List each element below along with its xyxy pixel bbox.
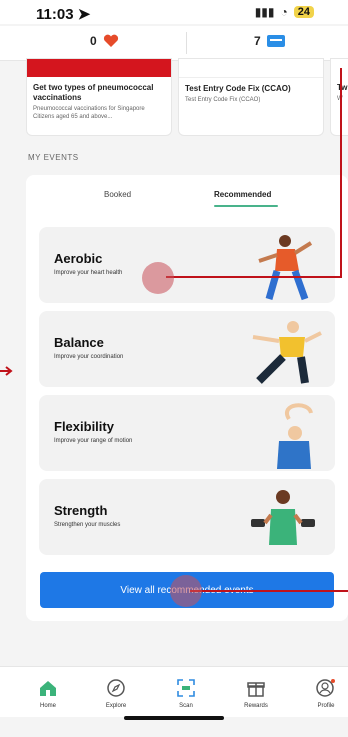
card-subtitle: Pneumococcal vaccinations for Singapore … xyxy=(33,106,145,120)
balance-illustration-icon xyxy=(252,321,322,384)
tab-underline xyxy=(214,205,278,207)
event-title: Balance xyxy=(54,335,104,350)
section-title: MY EVENTS xyxy=(28,153,79,162)
event-subtitle: Improve your range of motion xyxy=(54,438,133,444)
status-time: 11:03 ➤ xyxy=(36,5,90,23)
nav-label: Profile xyxy=(317,703,335,709)
app-screen: 11:03 ➤ ▮▮▮ ◔ 24 0 7 Get two types of pn… xyxy=(0,0,348,737)
status-bar: 11:03 ➤ ▮▮▮ ◔ 24 xyxy=(0,0,348,24)
status-time-text: 11:03 xyxy=(36,6,74,23)
tab-booked[interactable]: Booked xyxy=(104,190,131,199)
vaccine-card[interactable]: Tw W xyxy=(330,58,348,136)
vaccine-cards-row[interactable]: Get two types of pneumococcal vaccinatio… xyxy=(26,58,348,136)
location-arrow-icon: ➤ xyxy=(77,6,91,23)
home-icon xyxy=(36,677,60,699)
event-card-flexibility[interactable]: Flexibility Improve your range of motion xyxy=(39,395,335,471)
wifi-icon: ◔ xyxy=(280,5,288,19)
bottom-navigation: Home Explore Scan Rewards Profile xyxy=(0,666,348,717)
scan-icon xyxy=(174,677,198,699)
hearts-count: 0 xyxy=(90,34,97,48)
strength-illustration-icon xyxy=(251,490,315,545)
nav-profile[interactable]: Profile xyxy=(296,677,348,709)
annotation-line xyxy=(190,590,348,592)
event-title: Flexibility xyxy=(54,419,114,434)
event-card-strength[interactable]: Strength Strengthen your muscles xyxy=(39,479,335,555)
nav-rewards[interactable]: Rewards xyxy=(226,677,286,709)
card-title: Get two types of pneumococcal vaccinatio… xyxy=(33,83,154,102)
touch-marker xyxy=(142,262,174,294)
card-banner xyxy=(27,59,171,77)
event-title: Aerobic xyxy=(54,251,103,266)
home-indicator xyxy=(124,716,224,720)
points-counter[interactable]: 7 xyxy=(254,34,285,48)
annotation-line xyxy=(340,68,342,276)
battery-icon: 24 xyxy=(293,6,314,18)
aerobic-illustration-icon xyxy=(258,235,313,301)
nav-label: Scan xyxy=(179,703,193,709)
event-subtitle: Strengthen your muscles xyxy=(54,522,121,528)
counters-bar: 0 7 xyxy=(0,26,348,61)
event-subtitle: Improve your heart health xyxy=(54,270,123,276)
nav-label: Rewards xyxy=(244,703,268,709)
tab-recommended[interactable]: Recommended xyxy=(214,190,271,199)
card-title: Test Entry Code Fix (CCAO) xyxy=(185,84,291,93)
card-icon xyxy=(266,35,285,47)
counter-divider xyxy=(186,32,187,54)
annotation-arrow-icon xyxy=(0,366,13,376)
nav-explore[interactable]: Explore xyxy=(86,677,146,709)
event-card-aerobic[interactable]: Aerobic Improve your heart health xyxy=(39,227,335,303)
event-title: Strength xyxy=(54,503,108,518)
card-subtitle: Test Entry Code Fix (CCAO) xyxy=(185,97,261,103)
touch-marker xyxy=(170,575,202,607)
signal-icon: ▮▮▮ xyxy=(254,5,275,19)
nav-label: Explore xyxy=(105,703,127,709)
annotation-line xyxy=(166,276,342,278)
event-subtitle: Improve your coordination xyxy=(54,354,124,360)
nav-scan[interactable]: Scan xyxy=(156,677,216,709)
nav-home[interactable]: Home xyxy=(18,677,78,709)
flexibility-illustration-icon xyxy=(277,403,313,469)
vaccine-card[interactable]: Get two types of pneumococcal vaccinatio… xyxy=(26,58,172,136)
status-right: ▮▮▮ ◔ 24 xyxy=(255,5,314,19)
gift-icon xyxy=(244,677,268,699)
heart-icon xyxy=(103,34,118,47)
event-card-balance[interactable]: Balance Improve your coordination xyxy=(39,311,335,387)
hearts-counter[interactable]: 0 xyxy=(90,34,119,48)
card-banner xyxy=(179,59,323,78)
my-events-panel: Booked Recommended Aerobic Improve your … xyxy=(26,175,348,621)
points-count: 7 xyxy=(254,34,261,48)
vaccine-card[interactable]: Test Entry Code Fix (CCAO) Test Entry Co… xyxy=(178,58,324,136)
nav-label: Home xyxy=(39,703,56,709)
profile-icon xyxy=(314,677,338,699)
compass-icon xyxy=(104,677,128,699)
